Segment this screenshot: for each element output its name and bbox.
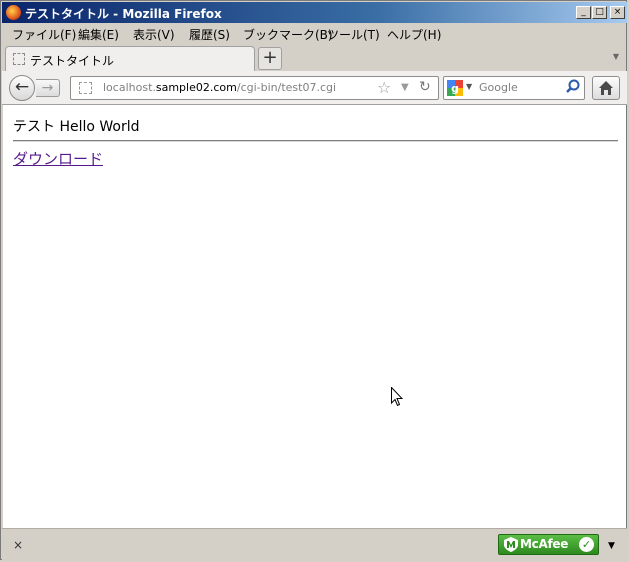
page-content: テスト Hello World ダウンロード — [3, 105, 626, 528]
page-heading: テスト Hello World — [13, 119, 140, 135]
list-all-tabs-icon[interactable]: ▼ — [613, 52, 619, 61]
forward-arrow-icon: → — [41, 80, 54, 96]
browser-window: テストタイトル - Mozilla Firefox _ □ × ファイル(F) … — [0, 0, 627, 560]
status-bar: × McAfee ✓ ▼ — [2, 528, 627, 560]
menu-bar: ファイル(F) 編集(E) 表示(V) 履歴(S) ブックマーク(B) ツール(… — [2, 23, 627, 43]
search-engine-dropdown-icon[interactable]: ▼ — [466, 82, 472, 91]
back-arrow-icon: ← — [14, 77, 30, 97]
menu-tools[interactable]: ツール(T) — [327, 26, 380, 43]
mcafee-label: McAfee — [520, 537, 569, 551]
search-icon[interactable] — [565, 79, 581, 95]
tab-label: テストタイトル — [30, 54, 115, 68]
menu-history[interactable]: 履歴(S) — [189, 26, 230, 43]
firefox-icon — [6, 5, 21, 20]
mcafee-addon-button[interactable]: McAfee ✓ — [498, 534, 599, 555]
mouse-cursor-icon — [391, 387, 403, 407]
bookmark-star-icon[interactable]: ☆ — [377, 78, 391, 97]
mcafee-shield-icon — [504, 537, 518, 552]
title-bar: テストタイトル - Mozilla Firefox _ □ × — [2, 2, 627, 23]
url-path: /cgi-bin/test07.cgi — [236, 81, 337, 94]
svg-text:g: g — [451, 82, 459, 95]
download-link[interactable]: ダウンロード — [13, 148, 103, 169]
home-icon — [599, 81, 613, 95]
url-bar[interactable]: localhost.sample02.com/cgi-bin/test07.cg… — [70, 76, 439, 100]
addon-dropdown-icon[interactable]: ▼ — [608, 541, 615, 551]
menu-edit[interactable]: 編集(E) — [78, 26, 119, 43]
url-dropdown-icon[interactable]: ▼ — [401, 82, 409, 93]
check-icon: ✓ — [579, 537, 594, 552]
new-tab-button[interactable]: + — [258, 47, 282, 70]
reload-icon[interactable]: ↻ — [419, 79, 431, 95]
search-input[interactable]: Google — [479, 81, 518, 94]
window-title: テストタイトル - Mozilla Firefox — [25, 7, 222, 21]
url-host: sample02.com — [155, 81, 237, 94]
home-button[interactable] — [592, 76, 620, 100]
forward-button[interactable]: → — [36, 79, 60, 97]
minimize-button[interactable]: _ — [576, 6, 591, 19]
tab-active[interactable]: テストタイトル — [5, 46, 255, 72]
url-prefix: localhost. — [103, 81, 156, 94]
url-text[interactable]: localhost.sample02.com/cgi-bin/test07.cg… — [103, 81, 336, 94]
close-button[interactable]: × — [610, 6, 625, 19]
back-button[interactable]: ← — [9, 75, 35, 101]
search-box[interactable]: g ▼ Google — [443, 76, 585, 100]
close-addon-bar-icon[interactable]: × — [13, 538, 23, 552]
tab-strip: テストタイトル + ▼ — [2, 43, 627, 72]
maximize-button[interactable]: □ — [592, 6, 607, 19]
menu-view[interactable]: 表示(V) — [133, 26, 175, 43]
google-icon[interactable]: g — [447, 80, 463, 96]
menu-file[interactable]: ファイル(F) — [12, 26, 76, 43]
navigation-toolbar: ← → localhost.sample02.com/cgi-bin/test0… — [2, 71, 627, 105]
horizontal-rule — [13, 140, 618, 142]
page-favicon-icon — [13, 53, 25, 65]
site-identity-icon[interactable] — [79, 82, 92, 94]
menu-help[interactable]: ヘルプ(H) — [387, 26, 441, 43]
menu-bookmarks[interactable]: ブックマーク(B) — [243, 26, 333, 43]
